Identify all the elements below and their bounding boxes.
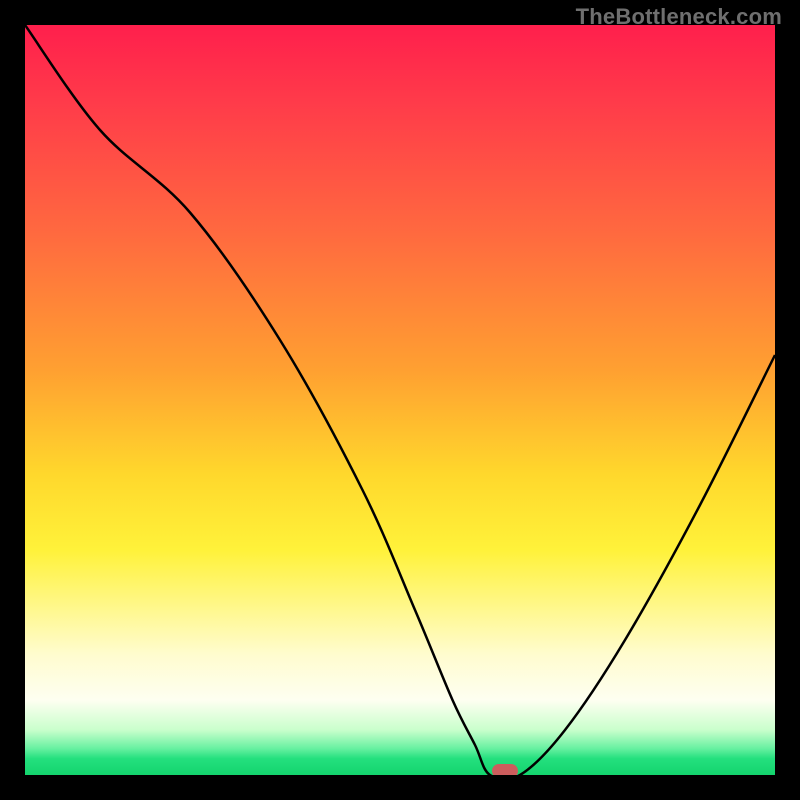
chart-frame: TheBottleneck.com bbox=[0, 0, 800, 800]
curve-path bbox=[25, 25, 775, 775]
optimal-point-marker bbox=[492, 764, 518, 775]
watermark-text: TheBottleneck.com bbox=[576, 4, 782, 30]
bottleneck-curve bbox=[25, 25, 775, 775]
plot-area bbox=[25, 25, 775, 775]
